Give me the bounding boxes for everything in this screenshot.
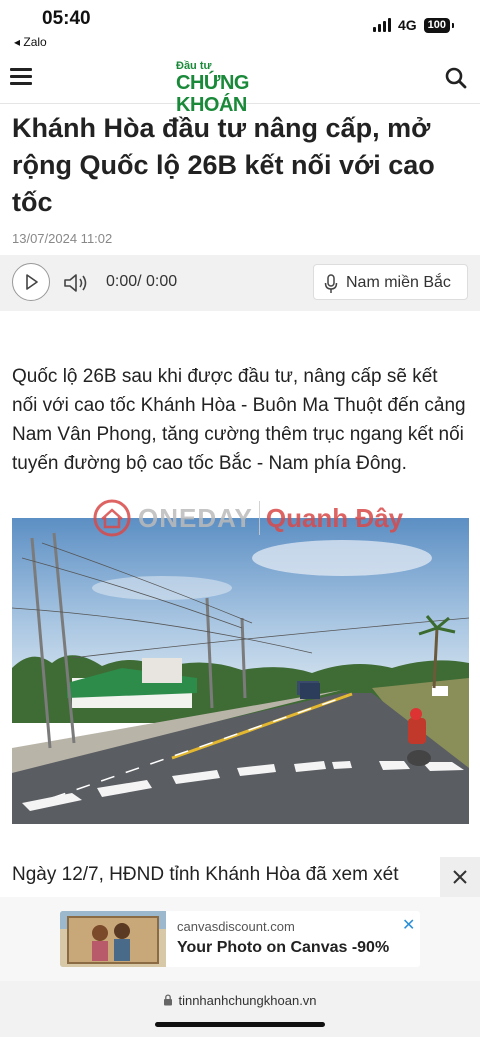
url-bar[interactable]: tinnhanhchungkhoan.vn [0,993,480,1008]
mic-icon [324,274,338,293]
signal-icon [372,18,391,32]
article-photo [12,518,469,824]
close-ad-button[interactable] [440,857,480,897]
menu-icon[interactable] [10,68,32,86]
watermark-left-text: ONEDAY [138,502,253,533]
site-logo[interactable]: Đầu tư CHỨNG KHOÁN [176,60,316,116]
ad-thumbnail [60,911,166,967]
article-body: Ngày 12/7, HĐND tỉnh Khánh Hòa đã xem xé… [12,864,399,885]
article-lead: Quốc lộ 26B sau khi được đầu tư, nâng cấ… [12,366,466,474]
ad-banner: canvasdiscount.com Your Photo on Canvas … [0,897,480,981]
site-header: Đầu tư CHỨNG KHOÁN [0,52,480,116]
status-time: 05:40 [42,8,91,29]
ad-headline: Your Photo on Canvas -90% [177,939,390,956]
voice-label: Nam miền Bắc [346,274,451,291]
url-text: tinnhanhchungkhoan.vn [178,993,317,1008]
ad-card[interactable]: canvasdiscount.com Your Photo on Canvas … [60,911,420,967]
close-icon [453,870,467,884]
battery-icon: 100 [423,17,455,33]
article-title: Khánh Hòa đầu tư nâng cấp, mở rộng Quốc … [12,113,435,217]
logo-top-text: Đầu tư [176,60,212,72]
watermark: ONEDAY Quanh Đây [92,496,403,540]
home-indicator[interactable] [155,1022,325,1027]
back-to-app-link[interactable]: ◂ Zalo [14,35,47,49]
audio-player: 0:00/ 0:00 Nam miền Bắc [0,255,480,311]
watermark-home-icon [93,499,131,537]
voice-select-button[interactable]: Nam miền Bắc [313,264,468,300]
browser-bar: tinnhanhchungkhoan.vn [0,981,480,1037]
play-icon [26,274,38,290]
status-bar: 05:40 ◂ Zalo 4G 100 [0,0,480,52]
ad-dismiss-icon[interactable]: ✕ [402,915,415,935]
lock-icon [164,994,173,1006]
volume-icon[interactable] [63,272,89,294]
play-button[interactable] [12,263,50,301]
search-icon[interactable] [444,66,468,90]
ad-domain: canvasdiscount.com [177,919,295,934]
audio-time: 0:00/ 0:00 [106,273,178,290]
status-indicators: 4G 100 [372,17,455,33]
article-date: 13/07/2024 11:02 [12,231,113,246]
watermark-right-text: Quanh Đây [265,502,404,533]
network-type: 4G [397,17,417,33]
